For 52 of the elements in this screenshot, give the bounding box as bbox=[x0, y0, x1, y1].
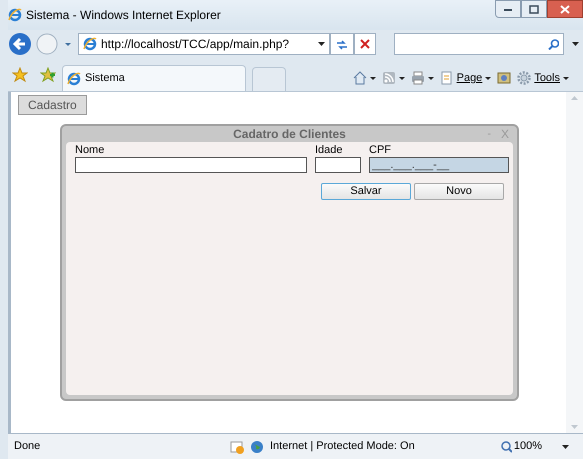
page-icon bbox=[83, 37, 97, 51]
field-label: CPF bbox=[369, 144, 392, 157]
refresh-icon bbox=[336, 38, 348, 50]
dropdown-arrow-icon[interactable] bbox=[370, 76, 376, 80]
field-label: Idade bbox=[315, 144, 344, 157]
dropdown-arrow-icon[interactable] bbox=[428, 76, 434, 80]
add-favorite-star-icon[interactable] bbox=[40, 67, 56, 83]
dialog-title: Cadatro de Clientes bbox=[233, 126, 346, 143]
minimize-button[interactable] bbox=[495, 0, 521, 18]
page-icon bbox=[67, 72, 81, 86]
maximize-button[interactable] bbox=[521, 0, 547, 18]
cadastro-button[interactable]: Cadastro bbox=[18, 95, 87, 115]
address-field[interactable]: http://localhost/TCC/app/main.php? bbox=[78, 33, 330, 55]
dropdown-arrow-icon[interactable] bbox=[563, 76, 569, 80]
back-button-icon[interactable] bbox=[8, 32, 32, 56]
field-label: Nome bbox=[75, 144, 106, 157]
window-title: Sistema - Windows Internet Explorer bbox=[26, 7, 221, 24]
search-icon bbox=[548, 38, 559, 50]
refresh-button[interactable] bbox=[330, 33, 354, 55]
input-field[interactable] bbox=[75, 157, 307, 173]
dropdown-arrow-icon[interactable] bbox=[572, 42, 579, 46]
globe-icon bbox=[250, 440, 264, 454]
dialog-button[interactable]: Salvar bbox=[321, 183, 411, 200]
maximize-icon bbox=[529, 4, 539, 14]
browser-logo-icon bbox=[8, 8, 22, 22]
zone-text: Internet | Protected Mode: On bbox=[270, 439, 416, 454]
close-icon bbox=[560, 4, 570, 14]
scrollbar[interactable] bbox=[566, 92, 583, 433]
scroll-up-icon bbox=[571, 96, 578, 100]
page-menu[interactable]: Page bbox=[456, 70, 482, 86]
security-warning-icon bbox=[230, 440, 244, 454]
search-field[interactable] bbox=[394, 33, 564, 55]
input-field[interactable] bbox=[315, 157, 361, 173]
dropdown-arrow-icon[interactable] bbox=[398, 76, 405, 80]
close-button[interactable] bbox=[547, 0, 583, 18]
home-icon[interactable] bbox=[352, 71, 367, 85]
status-text: Done bbox=[14, 439, 42, 454]
page-icon[interactable] bbox=[440, 71, 454, 85]
dialog-button[interactable]: Novo bbox=[414, 183, 504, 200]
browser-tab[interactable]: Sistema bbox=[62, 65, 246, 91]
url-text: http://localhost/TCC/app/main.php? bbox=[101, 36, 290, 53]
dropdown-arrow-icon[interactable] bbox=[485, 76, 492, 80]
tools-menu[interactable]: Tools bbox=[534, 70, 560, 86]
favorites-star-icon[interactable] bbox=[12, 67, 28, 83]
zoom-level[interactable]: 100% bbox=[514, 438, 542, 455]
dropdown-arrow-icon[interactable] bbox=[562, 444, 569, 448]
zoom-icon bbox=[500, 440, 512, 452]
scroll-down-icon bbox=[571, 425, 578, 429]
stop-icon bbox=[360, 39, 370, 49]
stop-button[interactable] bbox=[354, 33, 376, 55]
input-field[interactable]: ___.___.___-__ bbox=[369, 157, 509, 173]
dropdown-arrow-icon bbox=[318, 42, 325, 46]
